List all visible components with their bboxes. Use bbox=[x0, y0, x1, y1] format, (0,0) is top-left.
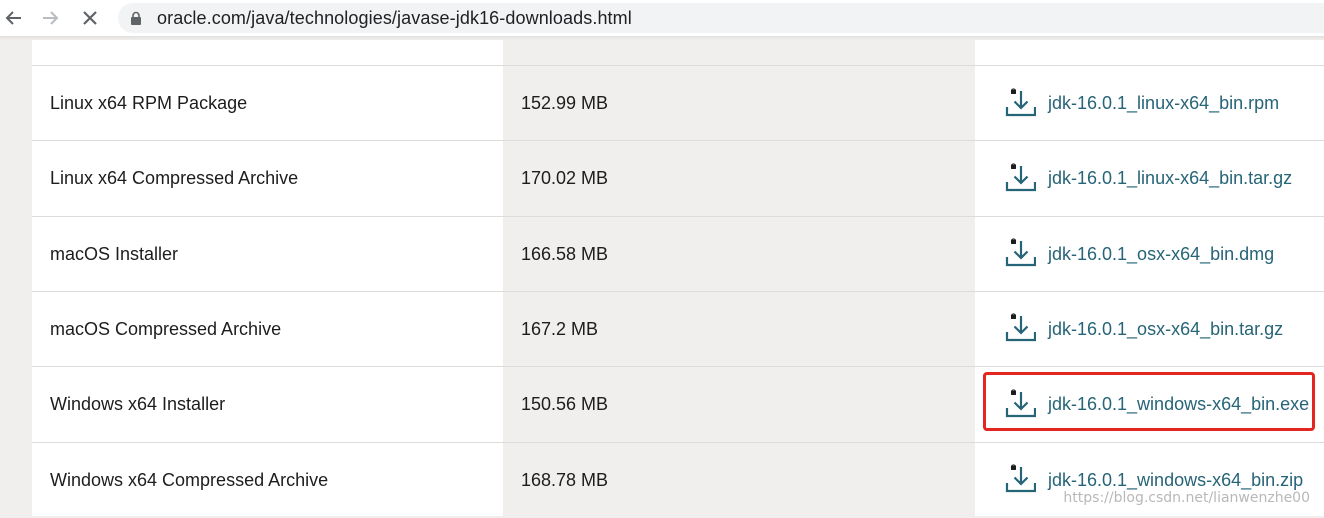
back-button[interactable] bbox=[0, 4, 28, 32]
stop-loading-button[interactable] bbox=[76, 4, 104, 32]
download-icon[interactable] bbox=[1004, 388, 1038, 422]
file-size: 166.58 MB bbox=[521, 243, 609, 264]
file-size: 170.02 MB bbox=[521, 168, 609, 189]
download-link[interactable]: jdk-16.0.1_windows-x64_bin.exe bbox=[1048, 394, 1309, 415]
download-link[interactable]: jdk-16.0.1_linux-x64_bin.tar.gz bbox=[1048, 168, 1292, 189]
table-row: Windows x64 Installer 150.56 MB jdk-16.0… bbox=[32, 366, 1324, 441]
download-link[interactable]: jdk-16.0.1_osx-x64_bin.dmg bbox=[1048, 244, 1274, 265]
url-text: oracle.com/java/technologies/javase-jdk1… bbox=[157, 7, 632, 28]
table-row: Linux x64 RPM Package 152.99 MB jdk-16.0… bbox=[32, 65, 1324, 140]
download-cell: jdk-16.0.1_windows-x64_bin.exe bbox=[1004, 367, 1309, 442]
product-name: Linux x64 RPM Package bbox=[50, 93, 248, 113]
browser-toolbar: oracle.com/java/technologies/javase-jdk1… bbox=[0, 0, 1324, 36]
address-bar[interactable]: oracle.com/java/technologies/javase-jdk1… bbox=[118, 3, 1324, 33]
product-name: Windows x64 Installer bbox=[50, 394, 226, 415]
file-size: 152.99 MB bbox=[521, 93, 609, 113]
watermark: https://blog.csdn.net/lianwenzhe00 bbox=[1063, 490, 1310, 506]
download-cell: jdk-16.0.1_osx-x64_bin.tar.gz bbox=[1004, 292, 1283, 367]
download-icon[interactable] bbox=[1004, 463, 1038, 497]
lock-icon bbox=[130, 10, 144, 26]
download-icon[interactable] bbox=[1004, 87, 1038, 121]
product-name: Linux x64 Compressed Archive bbox=[50, 168, 299, 189]
download-cell: jdk-16.0.1_osx-x64_bin.dmg bbox=[1004, 217, 1274, 292]
product-name: Windows x64 Compressed Archive bbox=[50, 469, 329, 490]
file-size: 168.78 MB bbox=[521, 469, 609, 490]
download-icon[interactable] bbox=[1004, 312, 1038, 346]
download-link[interactable]: jdk-16.0.1_windows-x64_bin.zip bbox=[1048, 470, 1303, 491]
table-row: macOS Compressed Archive 167.2 MB jdk-16… bbox=[32, 290, 1324, 367]
table-row: Linux x64 Compressed Archive 170.02 MB j… bbox=[32, 140, 1324, 215]
arrow-right-icon bbox=[43, 11, 59, 25]
arrow-left-icon bbox=[5, 11, 21, 25]
file-size: 150.56 MB bbox=[521, 394, 609, 415]
product-name: macOS Compressed Archive bbox=[50, 318, 282, 339]
close-icon bbox=[83, 11, 97, 25]
downloads-table: Linux x64 RPM Package 152.99 MB jdk-16.0… bbox=[32, 40, 1324, 516]
forward-button[interactable] bbox=[36, 4, 64, 32]
download-link[interactable]: jdk-16.0.1_osx-x64_bin.tar.gz bbox=[1048, 319, 1283, 340]
download-cell: jdk-16.0.1_linux-x64_bin.rpm bbox=[1004, 66, 1279, 141]
download-cell: jdk-16.0.1_windows-x64_bin.zip bbox=[1004, 443, 1303, 518]
table-row: macOS Installer 166.58 MB jdk-16.0.1_osx… bbox=[32, 215, 1324, 292]
download-icon[interactable] bbox=[1004, 237, 1038, 271]
file-size: 167.2 MB bbox=[521, 318, 599, 339]
download-cell: jdk-16.0.1_linux-x64_bin.tar.gz bbox=[1004, 141, 1292, 216]
download-icon[interactable] bbox=[1004, 162, 1038, 196]
download-link[interactable]: jdk-16.0.1_linux-x64_bin.rpm bbox=[1048, 93, 1279, 114]
product-name: macOS Installer bbox=[50, 243, 179, 264]
